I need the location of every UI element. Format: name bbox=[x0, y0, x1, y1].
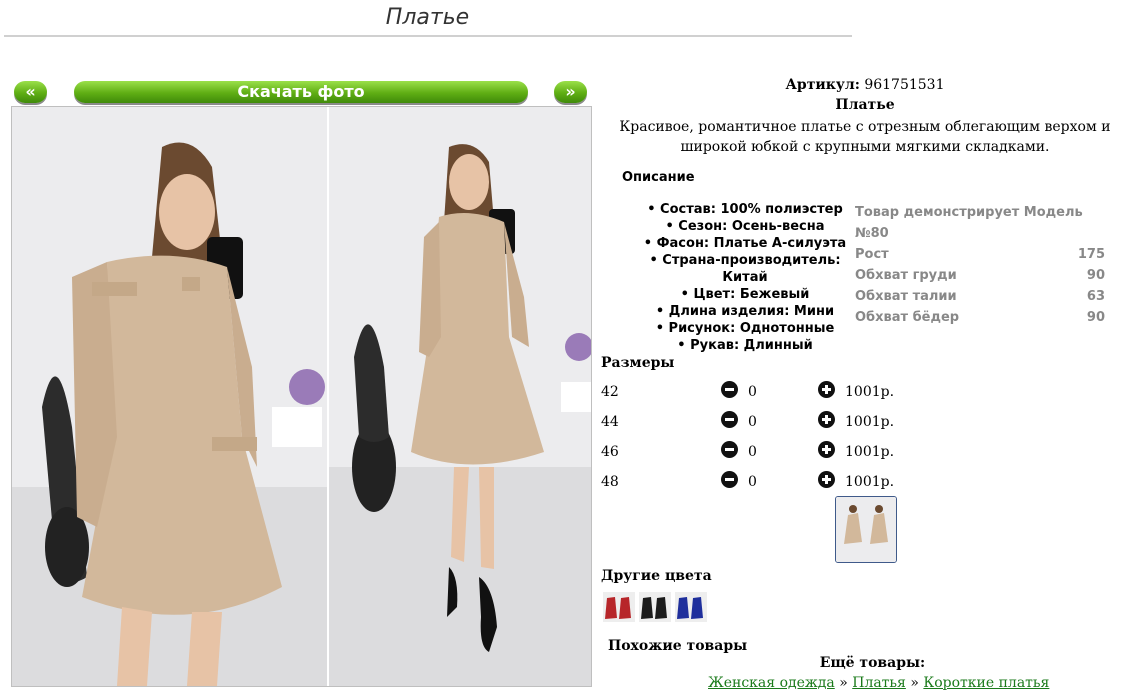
color-variant-red[interactable] bbox=[603, 592, 635, 622]
measurement-value: 175 bbox=[1077, 247, 1105, 262]
size-price: 1001р. bbox=[845, 444, 895, 460]
size-price: 1001р. bbox=[845, 414, 895, 430]
measurement-row: Обхват талии 63 bbox=[855, 286, 1105, 307]
property-item: Рукав: Длинный bbox=[630, 337, 860, 354]
color-variant-blue[interactable] bbox=[675, 592, 707, 622]
size-label: 42 bbox=[601, 384, 619, 400]
minus-icon[interactable] bbox=[721, 411, 738, 428]
minus-icon[interactable] bbox=[721, 381, 738, 398]
size-quantity: 0 bbox=[748, 414, 757, 430]
sizes-heading: Размеры bbox=[601, 355, 675, 371]
size-label: 46 bbox=[601, 444, 619, 460]
download-photo-button[interactable]: Скачать фото bbox=[74, 81, 528, 103]
previous-photo-button[interactable]: « bbox=[14, 81, 47, 103]
article-label: Артикул: bbox=[785, 77, 860, 93]
color-variant-image bbox=[675, 592, 707, 622]
size-price: 1001р. bbox=[845, 384, 895, 400]
measurement-row: Обхват бёдер 90 bbox=[855, 307, 1105, 328]
property-item: Страна-производитель: Китай bbox=[630, 252, 860, 286]
breadcrumb-link-short-dresses[interactable]: Короткие платья bbox=[923, 675, 1049, 691]
property-item: Сезон: Осень-весна bbox=[630, 218, 860, 235]
breadcrumb-separator: » bbox=[910, 675, 919, 691]
thumbnail-image bbox=[836, 497, 896, 562]
color-variant-image bbox=[639, 592, 671, 622]
similar-products-heading: Похожие товары bbox=[608, 638, 748, 654]
property-item: Состав: 100% полиэстер bbox=[630, 201, 860, 218]
model-heading: Товар демонстрирует Модель №80 bbox=[855, 205, 1083, 241]
size-quantity: 0 bbox=[748, 384, 757, 400]
size-row: 42 0 1001р. bbox=[601, 380, 901, 402]
page-title: Платье bbox=[385, 5, 470, 30]
measurement-value: 90 bbox=[1086, 310, 1105, 325]
property-item: Фасон: Платье А-силуэта bbox=[630, 235, 860, 252]
measurement-label: Обхват бёдер bbox=[855, 310, 960, 325]
property-item: Длина изделия: Мини bbox=[630, 303, 860, 320]
size-label: 48 bbox=[601, 474, 619, 490]
minus-icon[interactable] bbox=[721, 471, 738, 488]
size-price: 1001р. bbox=[845, 474, 895, 490]
property-item: Цвет: Бежевый bbox=[630, 286, 860, 303]
plus-icon[interactable] bbox=[818, 381, 835, 398]
breadcrumb-separator: » bbox=[839, 675, 848, 691]
size-label: 44 bbox=[601, 414, 619, 430]
breadcrumb-link-women-clothing[interactable]: Женская одежда bbox=[708, 675, 835, 691]
article-number: Артикул: 961751531 bbox=[600, 77, 1124, 93]
model-photo-image bbox=[12, 107, 327, 686]
product-photo-right bbox=[329, 107, 591, 686]
product-thumbnail[interactable] bbox=[835, 496, 897, 563]
size-row: 48 0 1001р. bbox=[601, 470, 901, 492]
plus-icon[interactable] bbox=[818, 441, 835, 458]
size-row: 46 0 1001р. bbox=[601, 440, 901, 462]
article-value: 961751531 bbox=[864, 77, 945, 93]
product-photo-left bbox=[12, 107, 327, 686]
size-quantity: 0 bbox=[748, 444, 757, 460]
measurement-label: Обхват груди bbox=[855, 268, 957, 283]
model-measurements: Товар демонстрирует Модель №80 Рост 175 О… bbox=[855, 202, 1105, 328]
product-description: Красивое, романтичное платье с отрезным … bbox=[619, 119, 1111, 155]
description-heading: Описание bbox=[622, 170, 695, 185]
product-name: Платье bbox=[835, 97, 895, 113]
product-photo[interactable] bbox=[11, 106, 592, 687]
size-row: 44 0 1001р. bbox=[601, 410, 901, 432]
other-colors-heading: Другие цвета bbox=[601, 568, 712, 584]
breadcrumb: Женская одежда » Платья » Короткие плать… bbox=[708, 675, 1049, 691]
property-item: Рисунок: Однотонные bbox=[630, 320, 860, 337]
measurement-value: 63 bbox=[1086, 289, 1105, 304]
property-list: Состав: 100% полиэстер Сезон: Осень-весн… bbox=[630, 201, 860, 354]
size-quantity: 0 bbox=[748, 474, 757, 490]
color-variant-image bbox=[603, 592, 635, 622]
next-photo-button[interactable]: » bbox=[554, 81, 587, 103]
measurement-row: Обхват груди 90 bbox=[855, 265, 1105, 286]
plus-icon[interactable] bbox=[818, 411, 835, 428]
measurement-label: Рост bbox=[855, 247, 889, 262]
plus-icon[interactable] bbox=[818, 471, 835, 488]
breadcrumb-link-dresses[interactable]: Платья bbox=[852, 675, 906, 691]
measurement-row: Рост 175 bbox=[855, 244, 1105, 265]
color-variant-black[interactable] bbox=[639, 592, 671, 622]
measurement-value: 90 bbox=[1086, 268, 1105, 283]
more-products-heading: Ещё товары: bbox=[819, 655, 926, 671]
minus-icon[interactable] bbox=[721, 441, 738, 458]
title-divider bbox=[4, 35, 852, 37]
model-photo-image-2 bbox=[329, 107, 591, 686]
measurement-label: Обхват талии bbox=[855, 289, 957, 304]
